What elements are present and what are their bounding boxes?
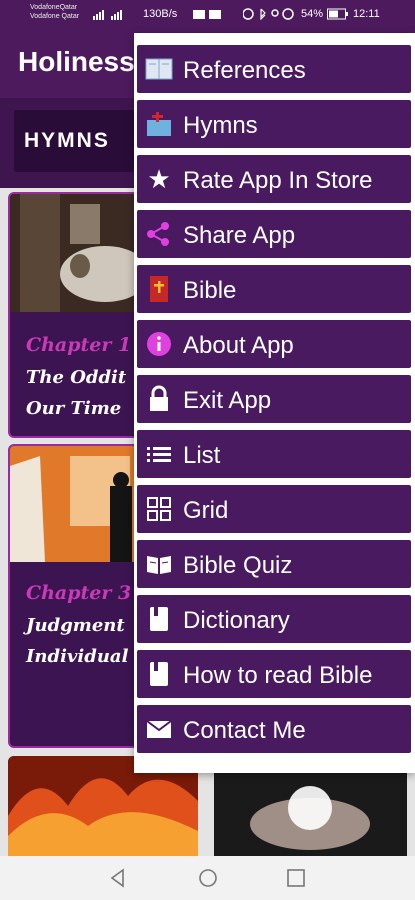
chapter-number: Chapter 1 bbox=[26, 334, 132, 356]
system-navigation-bar bbox=[0, 856, 415, 900]
bible-icon bbox=[150, 276, 168, 302]
network-speed: 130B/s bbox=[143, 8, 178, 20]
notification-icons bbox=[193, 10, 221, 19]
chapter-title-2: Individual bbox=[26, 646, 129, 667]
app-title: Holiness bbox=[18, 46, 135, 77]
system-icons bbox=[243, 8, 294, 20]
carrier-2: Vodafone Qatar bbox=[30, 13, 80, 20]
grid-icon bbox=[147, 497, 171, 521]
chapter-title-1: The Oddit bbox=[26, 367, 127, 388]
menu-item-label: Dictionary bbox=[183, 607, 290, 634]
menu-item-exit-app[interactable]: Exit App bbox=[137, 375, 411, 423]
menu-item-label: Grid bbox=[183, 497, 229, 524]
recents-icon[interactable] bbox=[284, 866, 308, 890]
status-bar: VodafoneQatar Vodafone Qatar 130B/s 54% … bbox=[0, 0, 415, 30]
lock-icon bbox=[150, 385, 168, 411]
menu-item-label: Rate App In Store bbox=[183, 167, 373, 194]
menu-item-label: List bbox=[183, 442, 221, 469]
battery-percent: 54% bbox=[301, 8, 324, 20]
home-icon[interactable] bbox=[196, 866, 220, 890]
carrier-names: VodafoneQatar Vodafone Qatar bbox=[30, 3, 79, 21]
clock: 12:11 bbox=[353, 8, 380, 20]
menu-item-label: Share App bbox=[183, 222, 296, 249]
list-icon bbox=[147, 447, 171, 462]
menu-item-bible[interactable]: Bible bbox=[137, 265, 411, 313]
bookmark-book-icon bbox=[150, 662, 168, 686]
menu-item-label: Exit App bbox=[183, 387, 272, 414]
menu-item-label: References bbox=[183, 57, 306, 84]
star-icon: ★ bbox=[147, 164, 171, 194]
menu-item-label: Hymns bbox=[183, 112, 258, 139]
share-icon bbox=[147, 222, 169, 246]
menu-item-label: About App bbox=[183, 332, 294, 359]
signal-icon bbox=[93, 10, 122, 20]
tab-hymns[interactable]: HYMNS bbox=[14, 110, 134, 172]
hymns-book-icon bbox=[147, 112, 171, 136]
open-book-icon bbox=[147, 556, 171, 574]
mail-icon bbox=[146, 720, 172, 738]
menu-item-label: Contact Me bbox=[183, 717, 306, 744]
menu-item-grid[interactable]: Grid bbox=[137, 485, 411, 533]
menu-item-label: Bible Quiz bbox=[183, 552, 293, 579]
carrier-1: VodafoneQatar bbox=[30, 4, 78, 11]
chapter-number: Chapter 3 bbox=[26, 582, 132, 604]
menu-item-label: Bible bbox=[183, 277, 237, 304]
chapter-title-2: Our Time bbox=[26, 398, 122, 419]
book-icon bbox=[145, 58, 173, 80]
menu-item-label: How to read Bible bbox=[183, 662, 373, 689]
menu-item-share-app[interactable]: Share App bbox=[137, 210, 411, 258]
info-icon bbox=[147, 332, 171, 356]
menu-item-contact-me[interactable]: Contact Me bbox=[137, 705, 411, 753]
menu-item-hymns[interactable]: Hymns bbox=[137, 100, 411, 148]
menu-item-list[interactable]: List bbox=[137, 430, 411, 478]
chapter-title-1: Judgment bbox=[26, 615, 125, 636]
menu-item-rate-app[interactable]: ★ Rate App In Store bbox=[137, 155, 411, 203]
menu-item-about-app[interactable]: About App bbox=[137, 320, 411, 368]
back-icon[interactable] bbox=[106, 866, 130, 890]
menu-item-references[interactable]: References bbox=[137, 45, 411, 93]
menu-item-dictionary[interactable]: Dictionary bbox=[137, 595, 411, 643]
dictionary-icon bbox=[150, 607, 168, 631]
menu-item-bible-quiz[interactable]: Bible Quiz bbox=[137, 540, 411, 588]
overflow-menu: References Hymns ★ Rate App In Store Sha… bbox=[134, 33, 415, 773]
battery-icon bbox=[327, 8, 348, 20]
menu-item-how-to-read-bible[interactable]: How to read Bible bbox=[137, 650, 411, 698]
